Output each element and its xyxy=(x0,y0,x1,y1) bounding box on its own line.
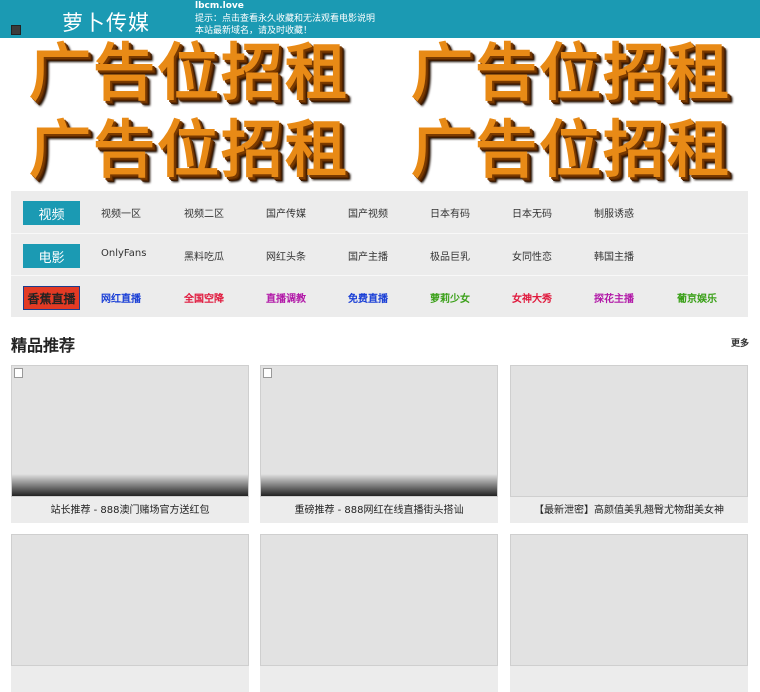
nav-link[interactable]: 日本无码 xyxy=(512,205,552,220)
nav-link[interactable]: 制服诱惑 xyxy=(594,205,634,220)
nav-link[interactable]: 国产传媒 xyxy=(266,205,306,220)
ad-banner-4[interactable]: 广告位招租 xyxy=(388,115,754,185)
video-thumbnail[interactable] xyxy=(260,534,498,666)
site-logo[interactable]: 萝卜传媒 xyxy=(62,7,150,37)
nav-link-live[interactable]: 全国空降 xyxy=(184,290,224,305)
video-thumbnail[interactable] xyxy=(510,534,748,666)
section-title: 精品推荐 xyxy=(11,336,76,355)
nav-category-movie[interactable]: 电影 xyxy=(23,244,80,268)
nav-link[interactable]: 韩国主播 xyxy=(594,248,634,263)
video-card[interactable] xyxy=(260,534,498,692)
nav-link-live[interactable]: 女神大秀 xyxy=(512,290,552,305)
more-link[interactable]: 更多 xyxy=(731,336,749,349)
broken-image-icon xyxy=(14,368,23,378)
nav-link-live[interactable]: 萝莉少女 xyxy=(430,290,470,305)
video-thumbnail[interactable] xyxy=(510,365,748,497)
video-card[interactable]: 重磅推荐 - 888网红在线直播街头搭讪 xyxy=(260,365,498,523)
video-caption[interactable]: 重磅推荐 - 888网红在线直播街头搭讪 xyxy=(260,501,498,516)
broken-image-icon xyxy=(263,368,272,378)
ad-banner-text: 广告位招租 xyxy=(28,38,349,108)
nav-link[interactable]: 网红头条 xyxy=(266,248,306,263)
video-card[interactable]: 站长推荐 - 888澳门赌场官方送红包 xyxy=(11,365,249,523)
nav-link[interactable]: 视频一区 xyxy=(101,205,141,220)
nav-link-live[interactable]: 免费直播 xyxy=(348,290,388,305)
nav-link-live[interactable]: 直播调教 xyxy=(266,290,306,305)
video-caption[interactable]: 站长推荐 - 888澳门赌场官方送红包 xyxy=(11,501,249,516)
ad-banner-text: 广告位招租 xyxy=(410,115,731,185)
video-card[interactable]: 【最新泄密】高颜值美乳翘臀尤物甜美女神 xyxy=(510,365,748,523)
top-header: 萝卜传媒 lbcm.love 提示：点击查看永久收藏和无法观看电影说明 本站最新… xyxy=(0,0,760,38)
ad-banner-text: 广告位招租 xyxy=(410,38,731,108)
nav-link-live[interactable]: 网红直播 xyxy=(101,290,141,305)
nav-link[interactable]: 国产主播 xyxy=(348,248,388,263)
video-caption[interactable]: 【最新泄密】高颜值美乳翘臀尤物甜美女神 xyxy=(510,501,748,516)
ad-banner-text: 广告位招租 xyxy=(28,115,349,185)
nav-link-live[interactable]: 探花主播 xyxy=(594,290,634,305)
site-domain: lbcm.love xyxy=(195,1,244,11)
header-tip[interactable]: 提示：点击查看永久收藏和无法观看电影说明 本站最新域名，请及时收藏！ xyxy=(195,13,375,37)
nav-category-live[interactable]: 香蕉直播 xyxy=(23,286,80,310)
video-thumbnail[interactable] xyxy=(11,534,249,666)
ad-banners: 广告位招租 广告位招租 广告位招租 广告位招租 xyxy=(6,38,754,186)
video-card[interactable] xyxy=(510,534,748,692)
video-thumbnail[interactable] xyxy=(11,365,249,497)
nav-link[interactable]: 日本有码 xyxy=(430,205,470,220)
nav-link[interactable]: 视频二区 xyxy=(184,205,224,220)
nav-link[interactable]: 极品巨乳 xyxy=(430,248,470,263)
nav-link-live[interactable]: 葡京娱乐 xyxy=(677,290,717,305)
menu-icon[interactable] xyxy=(11,25,21,35)
nav-link[interactable]: 女同性恋 xyxy=(512,248,552,263)
ad-banner-1[interactable]: 广告位招租 xyxy=(6,38,372,108)
nav-link[interactable]: OnlyFans xyxy=(101,248,146,259)
video-thumbnail[interactable] xyxy=(260,365,498,497)
ad-banner-2[interactable]: 广告位招租 xyxy=(388,38,754,108)
nav-category-video[interactable]: 视频 xyxy=(23,201,80,225)
ad-banner-3[interactable]: 广告位招租 xyxy=(6,115,372,185)
nav-link[interactable]: 黑料吃瓜 xyxy=(184,248,224,263)
nav-row-movie: 电影 OnlyFans 黑料吃瓜 网红头条 国产主播 极品巨乳 女同性恋 韩国主… xyxy=(11,233,748,275)
nav-row-video: 视频 视频一区 视频二区 国产传媒 国产视频 日本有码 日本无码 制服诱惑 xyxy=(11,191,748,233)
nav-link[interactable]: 国产视频 xyxy=(348,205,388,220)
video-card[interactable] xyxy=(11,534,249,692)
category-nav: 视频 视频一区 视频二区 国产传媒 国产视频 日本有码 日本无码 制服诱惑 电影… xyxy=(11,191,748,317)
tip-line-1[interactable]: 提示：点击查看永久收藏和无法观看电影说明 xyxy=(195,13,375,25)
nav-row-live: 香蕉直播 网红直播 全国空降 直播调教 免费直播 萝莉少女 女神大秀 探花主播 … xyxy=(11,275,748,317)
tip-line-2: 本站最新域名，请及时收藏！ xyxy=(195,26,313,36)
